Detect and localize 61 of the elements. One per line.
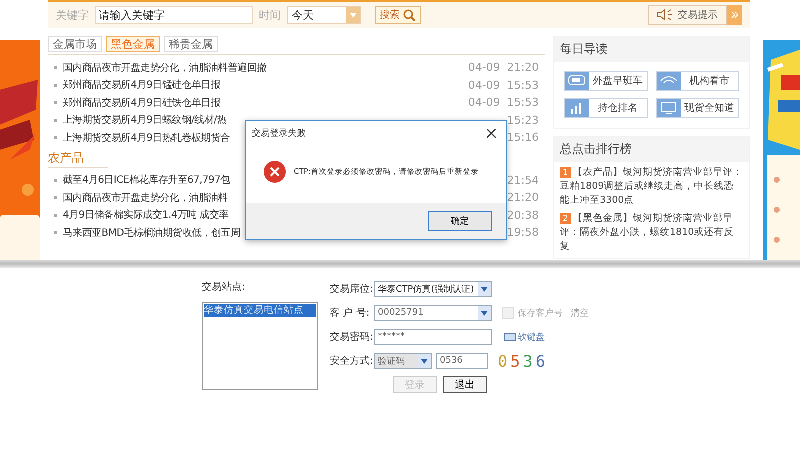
news-link[interactable]: 国内商品夜市开盘走势分化，油脂油料普遍回撤 [63,60,468,75]
close-button[interactable] [485,126,498,140]
panel-title: 每日导读 [554,37,749,62]
password-label: 交易密码: [330,330,370,344]
bus-icon [568,75,586,87]
section-heading: 农产品 [48,150,108,168]
news-time: 21:20 [507,191,540,204]
save-account-label: 保存客户号 [518,308,563,320]
news-time: 15:16 [507,131,540,144]
password-field[interactable]: ****** [374,329,492,345]
site-list[interactable]: 华泰仿真交易电信站点 [202,302,318,390]
search-button[interactable]: 搜索 [375,6,421,24]
search-icon [403,8,416,22]
keyword-field[interactable]: 请输入关键字 [95,6,253,24]
expand-button[interactable] [727,5,742,25]
caret-icon [421,358,428,364]
news-time: 20:38 [507,208,540,222]
exit-button[interactable]: 退出 [443,376,487,393]
guide-button[interactable]: 持仓排名 [564,98,648,118]
news-link[interactable]: 郑州商品交易所4月9日锰硅仓单日报 [63,78,468,92]
news-time: 04-09 15:53 [468,78,540,92]
dialog-title: 交易登录失败 [252,128,306,140]
error-icon [264,161,286,183]
ranking-link[interactable]: 2 【黑色金属】银河期货济南营业部早评：隔夜外盘小跌，螺纹1810或还有反复 [560,212,743,254]
keyword-label: 关键字 [56,8,89,22]
panel-title: 总点击排行榜 [554,137,749,162]
news-time: 21:54 [507,174,540,187]
time-label: 时间 [259,8,281,22]
ranking-link[interactable]: 1 【农产品】银河期货济南营业部早评：豆粕1809调整后或继续走高，中长线恐能上冲至3300点 [560,166,743,208]
security-label: 安全方式: [330,354,370,368]
speaker-icon [657,9,673,21]
caret-icon [350,12,356,18]
monitor-icon [660,102,676,114]
news-time: 04-09 21:20 [468,61,540,74]
account-label: 客 户 号: [330,306,370,320]
splitter-bar[interactable] [0,260,800,268]
time-dropdown[interactable]: 今天 [287,6,361,24]
guide-button[interactable]: 机构看市 [656,71,739,91]
seat-dropdown[interactable]: 华泰CTP仿真(强制认证) [374,281,492,297]
news-link[interactable]: 郑州商品交易所4月9日硅铁仓单日报 [63,96,468,110]
caret-icon [481,286,488,292]
news-time: 04-09 15:53 [468,96,540,110]
guide-button[interactable]: 现货全知道 [656,98,739,118]
code-field[interactable]: 0536 [436,353,488,369]
notice-button[interactable]: 交易提示 [648,5,727,25]
news-time: 15:23 [507,114,540,127]
keyboard-icon [504,333,516,341]
account-dropdown[interactable]: 00025791 [374,305,492,321]
news-time: 19:58 [507,226,540,240]
site-item[interactable]: 华泰仿真交易电信站点 [204,304,316,317]
close-icon [487,128,496,138]
keyboard-link[interactable]: 软键盘 [504,330,545,344]
market-tab[interactable]: 金属市场 [48,36,102,52]
chevron-icon [730,11,738,19]
security-dropdown[interactable]: 验证码 [374,353,432,369]
ok-button[interactable]: 确定 [428,211,492,231]
market-tab[interactable]: 稀贵金属 [164,36,218,52]
site-label: 交易站点: [202,280,242,294]
guide-button[interactable]: 外盘早班车 [564,71,648,91]
caret-icon [481,310,488,316]
seat-label: 交易席位: [330,282,370,296]
